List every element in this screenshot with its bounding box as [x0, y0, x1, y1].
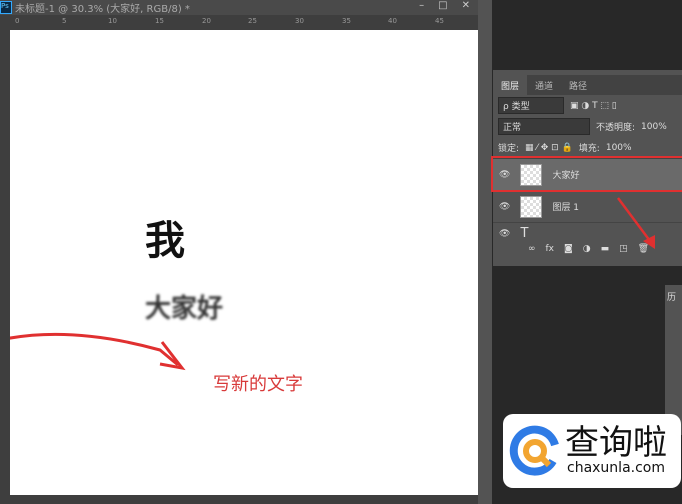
close-button[interactable]: ✕: [462, 0, 470, 11]
mask-icon[interactable]: ◙: [564, 244, 573, 254]
tab-layers[interactable]: 图层: [493, 75, 528, 95]
annotation-text: 写新的文字: [213, 374, 303, 395]
vertical-ruler: [0, 15, 10, 495]
history-panel: 历: [665, 285, 682, 435]
layer-name: 图层 1: [552, 203, 580, 213]
eye-icon[interactable]: 👁: [499, 202, 510, 212]
ruler-tick: 0: [15, 17, 20, 25]
horizontal-ruler: 0 5 10 15 20 25 30 35 40 45: [10, 15, 480, 30]
layer-name: 大家好: [552, 171, 580, 181]
minimize-button[interactable]: –: [419, 0, 424, 11]
tab-paths[interactable]: 路径: [561, 75, 595, 95]
eye-icon[interactable]: 👁: [499, 170, 510, 180]
watermark-cn: 查询啦: [565, 423, 667, 463]
watermark-logo: 查询啦 chaxunla.com: [503, 414, 681, 488]
watermark-en: chaxunla.com: [567, 460, 665, 476]
red-arrow-to-trash: [616, 197, 655, 249]
opacity-value[interactable]: 100%: [641, 122, 667, 132]
canvas[interactable]: 我 大家好 写新的文字: [10, 30, 478, 496]
ruler-tick: 10: [108, 17, 117, 25]
history-tab[interactable]: 历: [667, 293, 676, 303]
adjustment-icon[interactable]: ◑: [583, 244, 591, 254]
lock-icons[interactable]: ▦ ⁄ ✥ ⊡ 🔒: [525, 143, 573, 153]
layer-thumbnail: [520, 195, 543, 218]
logo-icon: [509, 425, 559, 476]
status-bar: [0, 495, 478, 504]
canvas-text-wo: 我: [145, 218, 185, 264]
fill-value[interactable]: 100%: [606, 143, 632, 153]
photoshop-icon: Ps: [0, 1, 12, 14]
blend-mode-select[interactable]: 正常: [498, 118, 590, 135]
ruler-tick: 35: [342, 17, 351, 25]
layer-thumbnail: [520, 163, 543, 186]
layers-panel: 图层 通道 路径 ρ 类型 ▣ ◑ T ⬚ ▯ 正常 不透明度: 100% 锁定…: [491, 70, 682, 266]
lock-label: 锁定:: [498, 144, 520, 154]
filter-kind-select[interactable]: ρ 类型: [498, 97, 564, 114]
red-arrow-annotation: [10, 332, 186, 371]
link-icon[interactable]: ∞: [528, 244, 536, 254]
filter-icons[interactable]: ▣ ◑ T ⬚ ▯: [570, 101, 617, 111]
ruler-tick: 45: [435, 17, 444, 25]
tab-channels[interactable]: 通道: [527, 75, 561, 95]
fx-icon[interactable]: fx: [546, 244, 555, 254]
ruler-tick: 15: [155, 17, 164, 25]
panel-dock-divider: [478, 0, 492, 504]
folder-icon[interactable]: ▬: [601, 244, 610, 254]
document-tab[interactable]: Ps 未标题-1 @ 30.3% (大家好, RGB/8) * – □ ✕: [0, 0, 480, 15]
maximize-button[interactable]: □: [438, 0, 447, 11]
fill-label: 填充:: [578, 144, 600, 154]
ruler-tick: 40: [388, 17, 397, 25]
ruler-tick: 25: [248, 17, 257, 25]
ruler-tick: 30: [295, 17, 304, 25]
opacity-label: 不透明度:: [596, 123, 636, 133]
document-title: 未标题-1 @ 30.3% (大家好, RGB/8) *: [15, 4, 190, 15]
text-layer-icon: T: [520, 226, 529, 241]
ruler-tick: 5: [62, 17, 67, 25]
eye-icon[interactable]: 👁: [499, 229, 510, 239]
layer-row-selected[interactable]: 👁 大家好: [491, 156, 682, 192]
ruler-tick: 20: [202, 17, 211, 25]
